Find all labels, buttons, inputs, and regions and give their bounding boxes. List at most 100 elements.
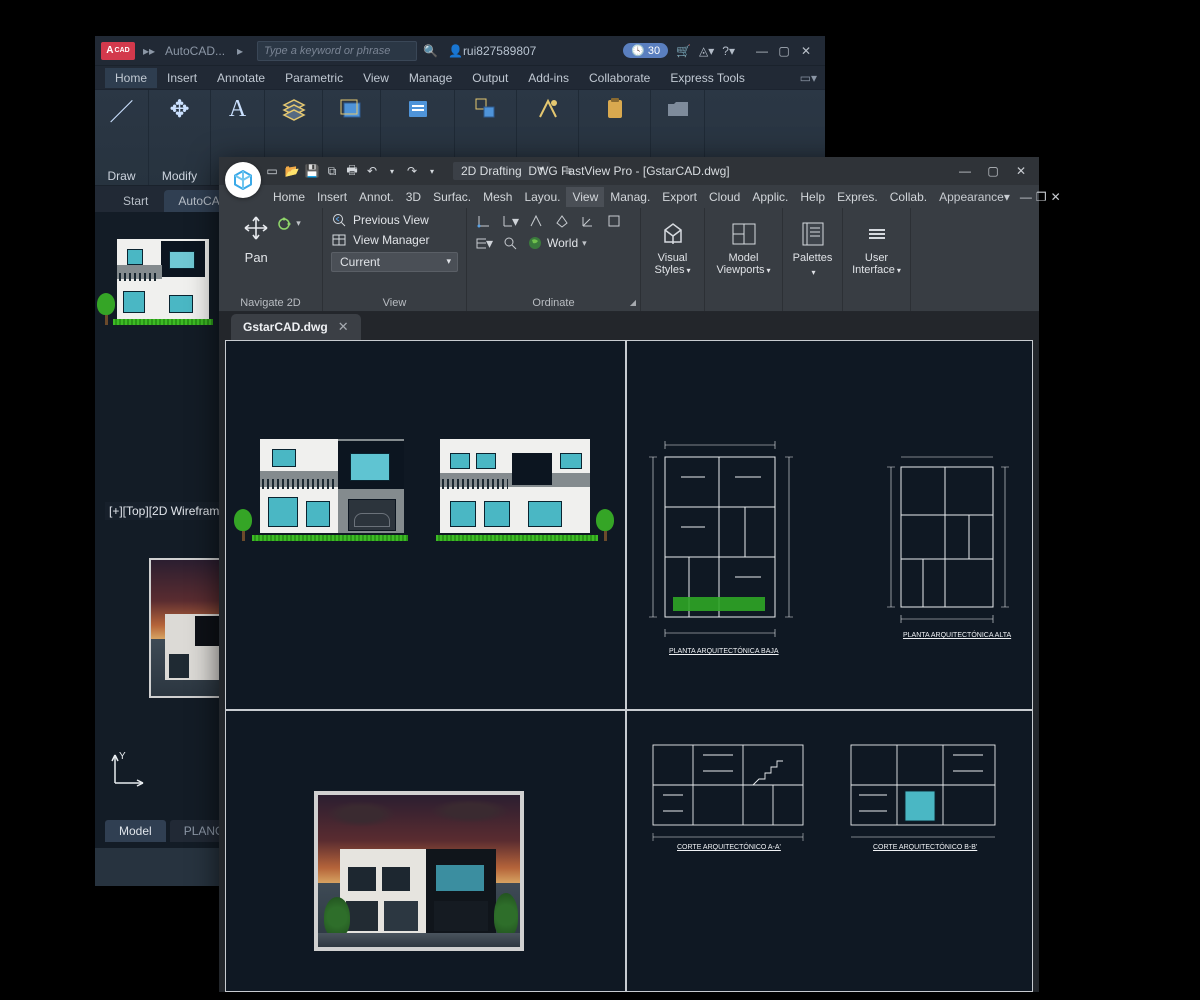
- ucs-z-icon[interactable]: [579, 212, 597, 230]
- autocad-title: AutoCAD...: [165, 44, 225, 58]
- block-icon: [337, 94, 367, 124]
- panel-label: View: [323, 297, 466, 309]
- viewport-top-right[interactable]: PLANTA ARQUITECTÓNICA BAJA PLAN: [627, 341, 1032, 709]
- panel-draw[interactable]: ／ Draw: [95, 90, 149, 185]
- start-tab[interactable]: Start: [109, 190, 162, 212]
- ucs-world-dropdown[interactable]: World ▾: [527, 234, 587, 252]
- appearance-menu[interactable]: Appearance▾: [933, 188, 1016, 206]
- viewport-bottom-left[interactable]: [226, 711, 625, 991]
- pan-label[interactable]: Pan: [245, 250, 268, 265]
- section-a: CORTE ARQUITECTÓNICO A-A': [633, 725, 823, 845]
- close-tab-icon[interactable]: ✕: [338, 319, 349, 335]
- redo-dropdown-icon[interactable]: ▾: [425, 164, 439, 178]
- search-input[interactable]: Type a keyword or phrase: [257, 41, 417, 61]
- cart-icon[interactable]: 🛒: [676, 44, 691, 58]
- new-icon[interactable]: ▭: [265, 164, 279, 178]
- named-ucs-icon[interactable]: ▾: [475, 234, 493, 252]
- viewports-label: ModelViewports▾: [716, 252, 770, 276]
- autocad-logo: A CAD: [101, 42, 135, 60]
- ucs-3point-icon[interactable]: [553, 212, 571, 230]
- ucs-face-icon[interactable]: [527, 212, 545, 230]
- fastview-canvas[interactable]: PLANTA ARQUITECTÓNICA BAJA PLAN: [225, 340, 1033, 992]
- orbit-icon[interactable]: [276, 216, 292, 232]
- menu-express[interactable]: Express Tools: [660, 68, 754, 88]
- child-minimize-icon[interactable]: —: [1020, 190, 1032, 204]
- menu-cloud[interactable]: Cloud: [703, 187, 746, 207]
- menu-annot[interactable]: Annot.: [353, 187, 400, 207]
- menu-view[interactable]: View: [566, 187, 604, 207]
- fastview-doc-tabs: GstarCAD.dwg ✕: [219, 312, 1039, 340]
- maximize-button[interactable]: ▢: [979, 161, 1007, 181]
- menu-manage[interactable]: Manag.: [604, 187, 656, 207]
- menu-annotate[interactable]: Annotate: [207, 68, 275, 88]
- pan-icon[interactable]: [240, 212, 272, 244]
- doc-tab[interactable]: GstarCAD.dwg ✕: [231, 314, 361, 340]
- saveall-icon[interactable]: ⧉: [325, 164, 339, 178]
- help-icon[interactable]: ?▾: [722, 44, 735, 58]
- menu-layout[interactable]: Layou.: [518, 187, 566, 207]
- ucs-prev-icon[interactable]: [501, 234, 519, 252]
- menu-addins[interactable]: Add-ins: [518, 68, 579, 88]
- autocad-user[interactable]: rui827589807: [463, 44, 536, 58]
- undo-icon[interactable]: ↶: [365, 164, 379, 178]
- menu-express[interactable]: Expres.: [831, 187, 884, 207]
- save-icon[interactable]: 💾: [305, 164, 319, 178]
- view-folder-icon: [663, 94, 693, 124]
- undo-dropdown-icon[interactable]: ▾: [385, 164, 399, 178]
- autocad-menubar: Home Insert Annotate Parametric View Man…: [95, 66, 825, 90]
- menu-surface[interactable]: Surfac.: [427, 187, 477, 207]
- menu-export[interactable]: Export: [656, 187, 703, 207]
- ucs-view-icon[interactable]: [605, 212, 623, 230]
- menu-mesh[interactable]: Mesh: [477, 187, 518, 207]
- child-restore-icon[interactable]: ❐: [1036, 190, 1047, 204]
- minimize-button[interactable]: —: [751, 42, 773, 60]
- ribbon-collapse-icon[interactable]: ▭▾: [800, 71, 817, 85]
- viewport-top-left[interactable]: [226, 341, 625, 709]
- menu-collab[interactable]: Collab.: [884, 187, 933, 207]
- previous-view-button[interactable]: Previous View: [331, 212, 458, 228]
- maximize-button[interactable]: ▢: [773, 42, 795, 60]
- view-manager-button[interactable]: View Manager: [331, 232, 458, 248]
- child-close-icon[interactable]: ✕: [1051, 190, 1061, 204]
- fastview-title: DWG FastView Pro - [GstarCAD.dwg]: [528, 164, 729, 178]
- menu-view[interactable]: View: [353, 68, 399, 88]
- menu-insert[interactable]: Insert: [157, 68, 207, 88]
- panel-visual-styles[interactable]: VisualStyles▾: [641, 208, 705, 311]
- panel-modify[interactable]: ✥ Modify: [149, 90, 211, 185]
- open-icon[interactable]: 📂: [285, 164, 299, 178]
- building-render: [314, 791, 524, 951]
- menu-manage[interactable]: Manage: [399, 68, 462, 88]
- ucs-icon[interactable]: [475, 212, 493, 230]
- utilities-icon: [533, 94, 563, 124]
- view-current-dropdown[interactable]: Current: [331, 252, 458, 272]
- trial-timer[interactable]: 🕓 30: [623, 43, 668, 58]
- redo-icon[interactable]: ↷: [405, 164, 419, 178]
- menu-parametric[interactable]: Parametric: [275, 68, 353, 88]
- fastview-logo[interactable]: [225, 162, 261, 198]
- close-button[interactable]: ✕: [795, 42, 817, 60]
- panel-user-interface[interactable]: UserInterface▾: [843, 208, 911, 311]
- menu-3d[interactable]: 3D: [400, 187, 427, 207]
- user-icon[interactable]: 👤: [448, 44, 463, 58]
- menu-home[interactable]: Home: [105, 68, 157, 88]
- menu-home[interactable]: Home: [267, 187, 311, 207]
- menu-help[interactable]: Help: [794, 187, 831, 207]
- minimize-button[interactable]: —: [951, 161, 979, 181]
- print-icon[interactable]: 🖶: [345, 164, 359, 178]
- model-tab[interactable]: Model: [105, 820, 166, 842]
- orbit-dropdown-icon[interactable]: ▾: [296, 218, 301, 229]
- close-button[interactable]: ✕: [1007, 161, 1035, 181]
- clipboard-icon: [600, 94, 630, 124]
- fastview-titlebar: ▭ 📂 💾 ⧉ 🖶 ↶ ▾ ↷ ▾ 2D Drafting ≡ DWG Fast…: [219, 157, 1039, 185]
- menu-applic[interactable]: Applic.: [746, 187, 794, 207]
- viewport-label[interactable]: [+][Top][2D Wirefram...: [105, 502, 233, 520]
- menu-collaborate[interactable]: Collaborate: [579, 68, 660, 88]
- menu-output[interactable]: Output: [462, 68, 518, 88]
- panel-model-viewports[interactable]: ModelViewports▾: [705, 208, 783, 311]
- menu-insert[interactable]: Insert: [311, 187, 353, 207]
- app-menu-icon[interactable]: ◬▾: [699, 44, 714, 58]
- ucs-world-icon[interactable]: ▾: [501, 212, 519, 230]
- panel-palettes[interactable]: Palettes ▾: [783, 208, 843, 311]
- search-icon[interactable]: 🔍: [423, 44, 438, 58]
- viewport-bottom-right[interactable]: CORTE ARQUITECTÓNICO A-A' CORTE ARQUITEC…: [627, 711, 1032, 991]
